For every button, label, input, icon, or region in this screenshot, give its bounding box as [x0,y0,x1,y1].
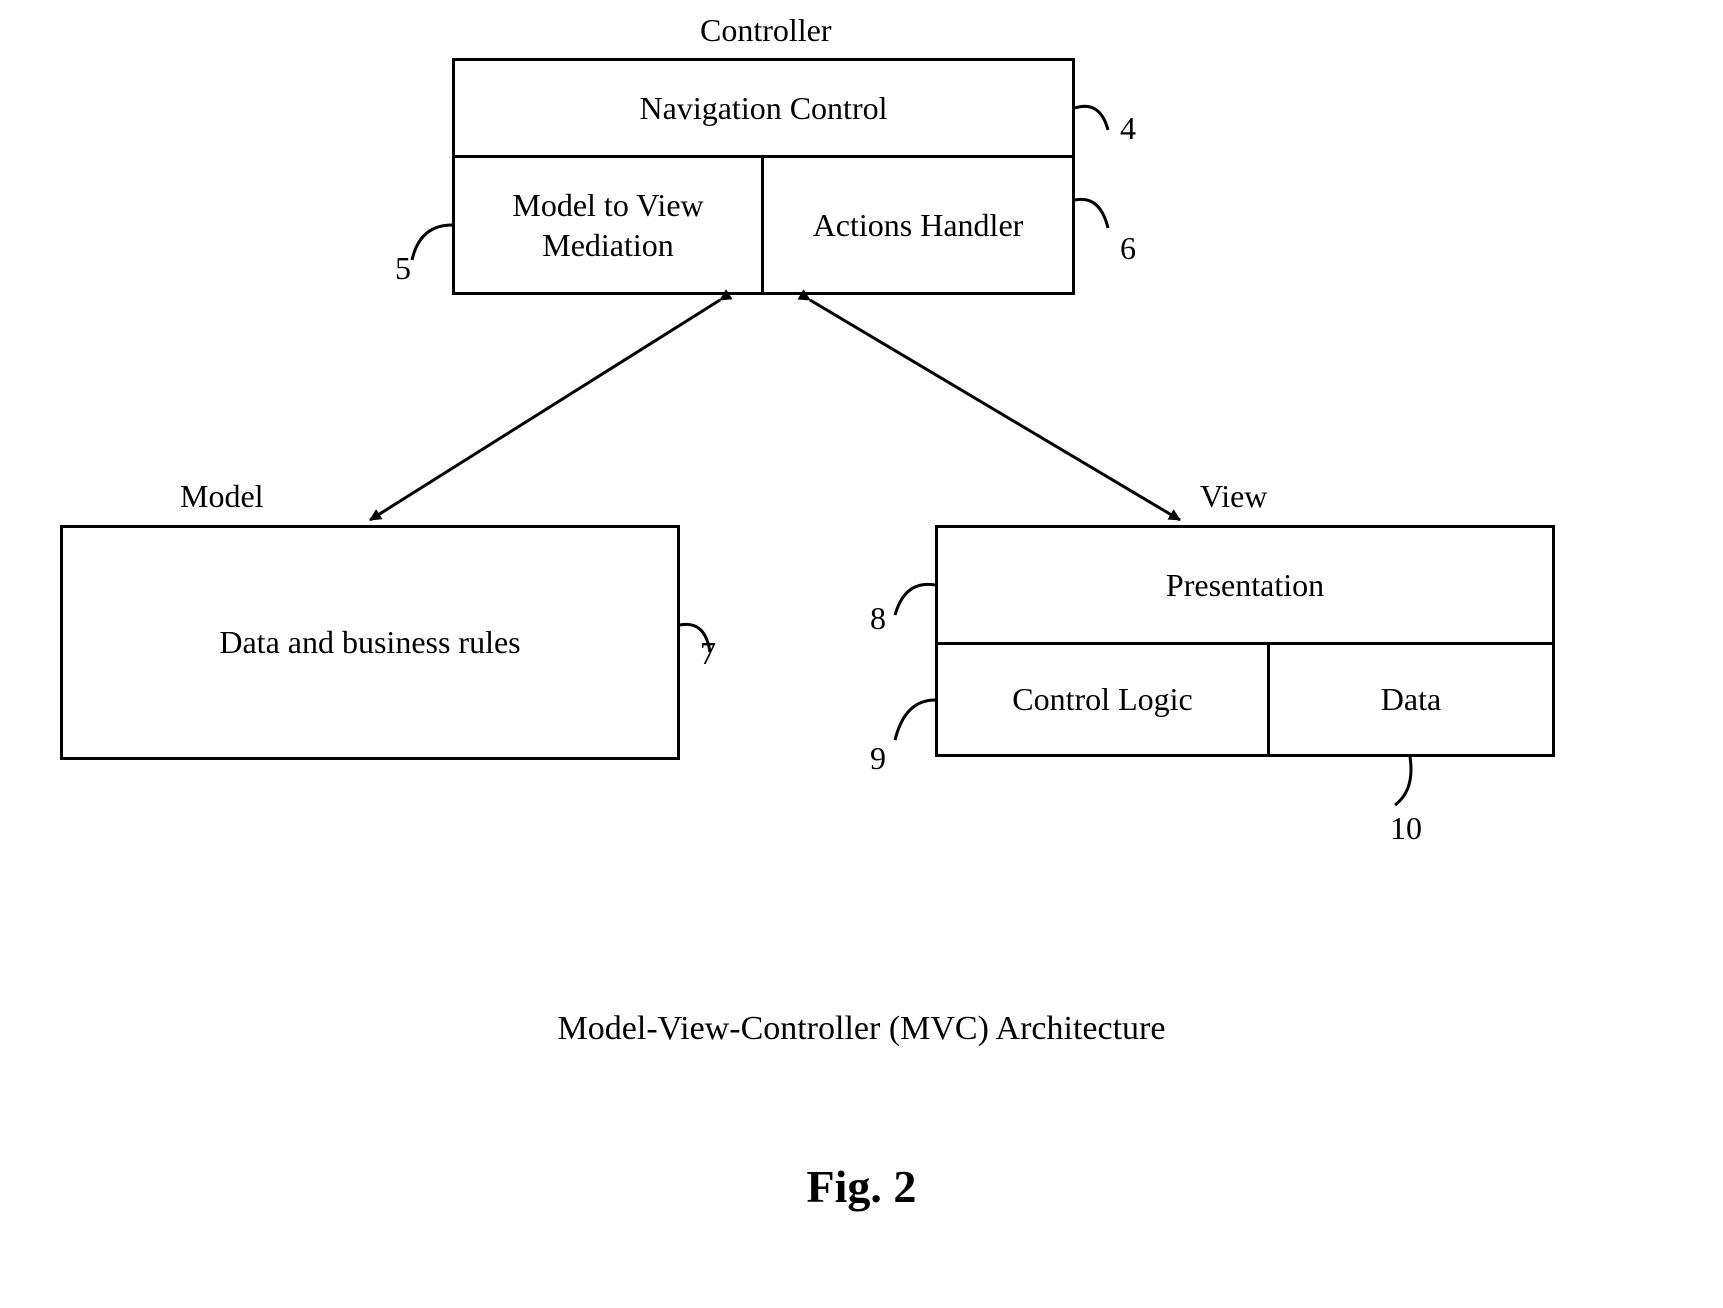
model-to-view-mediation-box: Model to View Mediation [452,155,764,295]
controller-label: Controller [700,12,832,49]
arrow-controller-model [370,300,720,520]
view-data-text: Data [1381,681,1441,718]
diagram-caption: Model-View-Controller (MVC) Architecture [0,1010,1723,1048]
ref-9: 9 [870,740,886,777]
arrow-controller-view [810,300,1180,520]
actions-handler-text: Actions Handler [813,207,1024,244]
ref-7: 7 [700,635,716,672]
actions-handler-box: Actions Handler [761,155,1075,295]
model-box: Data and business rules [60,525,680,760]
ref-6: 6 [1120,230,1136,267]
view-data-box: Data [1267,642,1555,757]
hook-ref-4 [1075,106,1108,130]
hook-ref-5 [412,225,452,260]
ref-8: 8 [870,600,886,637]
hook-ref-6 [1075,199,1108,228]
presentation-box: Presentation [935,525,1555,645]
view-label: View [1200,478,1267,515]
control-logic-box: Control Logic [935,642,1270,757]
control-logic-text: Control Logic [1012,681,1192,718]
hook-ref-9 [895,700,935,740]
hook-ref-10 [1395,757,1411,805]
hook-ref-8 [895,584,935,615]
figure-number: Fig. 2 [0,1160,1723,1213]
model-text: Data and business rules [219,624,520,661]
ref-4: 4 [1120,110,1136,147]
navigation-control-text: Navigation Control [640,90,888,127]
ref-10: 10 [1390,810,1422,847]
diagram-canvas: Controller Navigation Control Model to V… [0,0,1723,1308]
model-to-view-mediation-text: Model to View Mediation [512,185,703,265]
ref-5: 5 [395,250,411,287]
model-label: Model [180,478,264,515]
navigation-control-box: Navigation Control [452,58,1075,158]
presentation-text: Presentation [1166,567,1324,604]
